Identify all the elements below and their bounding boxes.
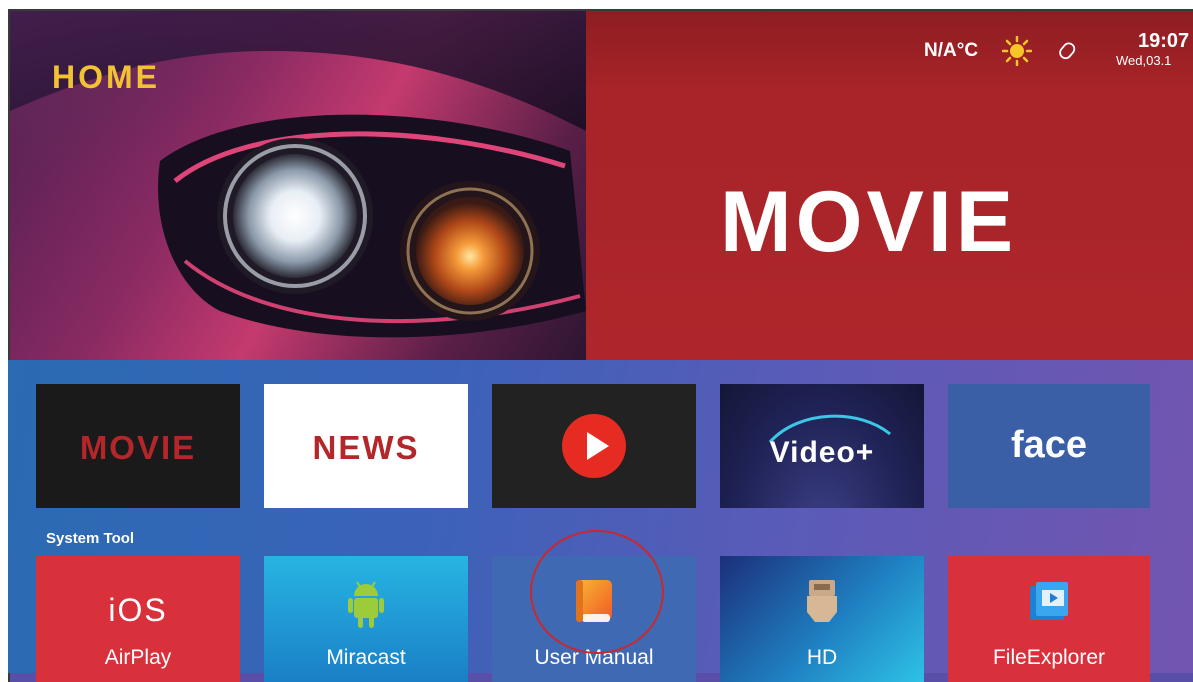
tool-tile-file-explorer[interactable]: FileExplorer	[948, 556, 1150, 682]
clock-date: Wed,03.1	[1116, 53, 1172, 68]
tool-label-hd: HD	[806, 646, 838, 669]
tile-label-news: NEWS	[312, 429, 420, 466]
tile-label-face: face	[1010, 424, 1088, 466]
app-tile-youtube[interactable]	[492, 384, 696, 508]
tool-tile-airplay[interactable]: iOS AirPlay	[36, 556, 240, 682]
tool-tile-hd[interactable]: HD	[720, 556, 924, 682]
app-tile-face[interactable]: face	[948, 384, 1150, 508]
tool-label-miracast: Miracast	[326, 646, 406, 669]
hdmi-icon	[807, 580, 837, 622]
mouse-icon	[1059, 42, 1076, 60]
system-tool-heading: System Tool	[46, 530, 135, 547]
tool-label-airplay: AirPlay	[104, 646, 172, 669]
youtube-play-icon	[562, 414, 626, 478]
tool-tile-miracast[interactable]: Miracast	[264, 556, 468, 682]
folder-icon	[1030, 582, 1068, 620]
app-tile-video-plus[interactable]: Video+	[720, 384, 924, 508]
home-title: HOME	[52, 59, 160, 95]
android-icon	[348, 581, 384, 628]
hero-movie-title: MOVIE	[720, 174, 1018, 270]
app-tile-news[interactable]: NEWS	[264, 384, 468, 508]
clock-time: 19:07	[1138, 30, 1190, 52]
tile-label-movie: MOVIE	[79, 429, 197, 466]
hero-banner-image[interactable]: HOME	[10, 11, 586, 371]
tile-label-video-plus: Video+	[769, 436, 875, 469]
sun-icon	[1002, 36, 1032, 66]
highlight-circle-annotation	[530, 530, 664, 654]
weather-temperature: N/A°C	[924, 40, 979, 61]
tool-label-file-explorer: FileExplorer	[992, 646, 1106, 669]
ios-badge: iOS	[108, 592, 168, 628]
app-tile-movie[interactable]: MOVIE	[36, 384, 240, 508]
